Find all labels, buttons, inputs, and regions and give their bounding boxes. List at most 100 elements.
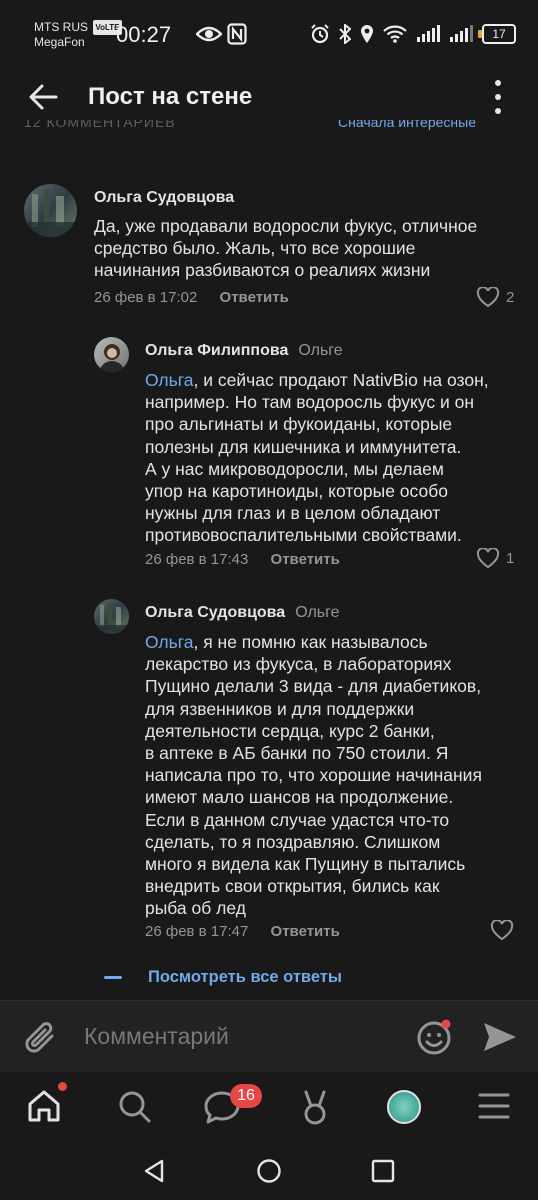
comment-line: противовоспалительными свойствами. [145,525,462,546]
clock: 00:27 [116,22,172,47]
comment-date: 26 фев в 17:02 [94,289,198,306]
like-button[interactable]: 1 [476,548,514,569]
nav-back-icon[interactable] [142,1158,166,1184]
alarm-icon [311,24,329,44]
show-all-replies[interactable]: Посмотреть все ответы [104,968,342,987]
wifi-icon [383,25,407,43]
comment-line: упор на каротиноиды, которые особо [145,481,448,502]
signal-icon-1 [417,25,440,42]
comments-header-row: 12 КОММЕНТАРИЕВ Сначала интересные [0,120,538,136]
comment-line: например. Но там водоросль фукус и он [145,392,475,413]
reply-button[interactable]: Ответить [271,551,340,568]
tab-clips-icon[interactable] [300,1088,330,1126]
sort-selector[interactable]: Сначала интересные [338,120,476,130]
reply-button[interactable]: Ответить [271,923,340,940]
comment-text: Ольга, я не помню как называлось лекарст… [145,631,530,920]
carrier-name-2: MegaFon [34,35,85,49]
like-button[interactable]: 2 [476,287,514,308]
comment-author[interactable]: Ольга Судовцова [94,189,234,207]
comment-author: Ольга Судовцова Ольге [145,604,340,622]
tab-search-icon[interactable] [118,1090,152,1124]
avatar[interactable] [94,337,129,372]
comment-date: 26 фев в 17:43 [145,551,249,568]
comment-author-name[interactable]: Ольга Филиппова [145,342,288,359]
carrier-info: MTS RUS VoLTE MegaFon [34,20,122,50]
nav-home-icon[interactable] [256,1158,282,1184]
comment-line: рыба об лед [145,898,246,919]
comment-line: в аптеке в АБ банки по 750 стоили. Я [145,743,449,764]
more-menu-icon[interactable] [494,80,502,114]
comment-line: нужны для глаз и в целом обладают [145,503,441,524]
like-button[interactable] [490,920,520,941]
signal-icon-2 [450,25,473,42]
heart-icon [476,287,500,308]
comment-author: Ольга Филиппова Ольге [145,342,343,360]
nav-recents-icon[interactable] [371,1159,395,1183]
heart-icon [476,548,500,569]
comment-date: 26 фев в 17:47 [145,923,249,940]
comment-line: полезны для кишечника и иммунитета. [145,436,462,457]
status-icons: 17 [310,24,516,44]
avatar[interactable] [24,184,77,237]
location-icon [361,25,373,43]
eye-comfort-icon [196,26,222,42]
comment-input-bar: Комментарий [0,1000,538,1073]
avatar-photo [99,344,125,372]
comment-meta: 26 фев в 17:02 Ответить [94,289,289,306]
comment-input[interactable]: Комментарий [84,1023,229,1050]
reply-to-label: Ольге [298,342,343,359]
comment-line: Ольга, и сейчас продают NativBio на озон… [145,369,530,391]
page-title: Пост на стене [88,83,253,110]
like-count: 2 [506,289,515,306]
show-all-replies-label: Посмотреть все ответы [148,968,342,986]
mention-link[interactable]: Ольга [145,370,193,390]
comment-line: Ольга, я не помню как называлось [145,631,530,653]
send-icon[interactable] [482,1021,518,1053]
emoji-icon[interactable] [416,1018,454,1056]
carrier-name: MTS RUS [34,20,88,34]
avatar-photo [24,190,77,237]
comment-text: Да, уже продавали водоросли фукус, отлич… [94,215,524,282]
reply-to-label: Ольге [295,604,340,621]
avatar-photo [94,603,129,634]
comment-meta: 26 фев в 17:47 Ответить [145,923,340,940]
like-count: 1 [506,550,515,567]
app-header: Пост на стене [0,66,538,128]
avatar[interactable] [94,599,129,634]
comment-meta: 26 фев в 17:43 Ответить [145,551,340,568]
attach-icon[interactable] [24,1018,58,1056]
tab-home[interactable] [26,1088,62,1124]
comment-line: Если в данном случае удастся что-то [145,809,450,830]
comment-line-rest: , я не помню как называлось [193,632,428,652]
system-nav-bar [0,1140,538,1200]
bottom-tab-bar [0,1072,538,1140]
battery-indicator: 17 [478,24,516,44]
comment-author-name[interactable]: Ольга Судовцова [145,604,285,621]
heart-icon [490,920,514,941]
comment-line: деятельности сердца, курс 2 банки, [145,720,435,741]
comment-line: для язвенников и для поддержки [145,698,415,719]
comment-line: имеют мало шансов на продолжение. [145,787,454,808]
tab-profile-avatar[interactable] [387,1090,421,1124]
comment-text: Ольга, и сейчас продают NativBio на озон… [145,369,530,547]
messages-badge: 16 [230,1084,262,1108]
back-arrow-icon[interactable] [28,82,60,112]
nfc-icon [227,23,247,45]
tab-menu-icon[interactable] [478,1092,510,1120]
comment-line: про альгинаты и фукоиданы, которые [145,414,453,435]
comment-line: написала про то, что хорошие начинания [145,765,482,786]
comment-line-rest: , и сейчас продают NativBio на озон, [193,370,489,390]
comment-line: Пущино делали 3 вида - для диабетиков, [145,676,482,697]
comment-line: средство было. Жаль, что все хорошие [94,238,416,259]
collapse-dash-icon [104,976,122,979]
bluetooth-icon [339,24,351,44]
comment-line: внедрить свои открытия, бились как [145,876,440,897]
mention-link[interactable]: Ольга [145,632,193,652]
comment-line: сделать, то я поздравляю. Слишком [145,831,441,852]
comments-count: 12 КОММЕНТАРИЕВ [24,120,176,130]
reply-button[interactable]: Ответить [220,289,289,306]
home-notification-dot [58,1082,67,1091]
comment-line: А у нас микроводоросли, мы делаем [145,458,444,479]
comment-line: лекарство из фукуса, в лабораториях [145,654,452,675]
status-bar: MTS RUS VoLTE MegaFon 00:27 17 [0,0,538,66]
